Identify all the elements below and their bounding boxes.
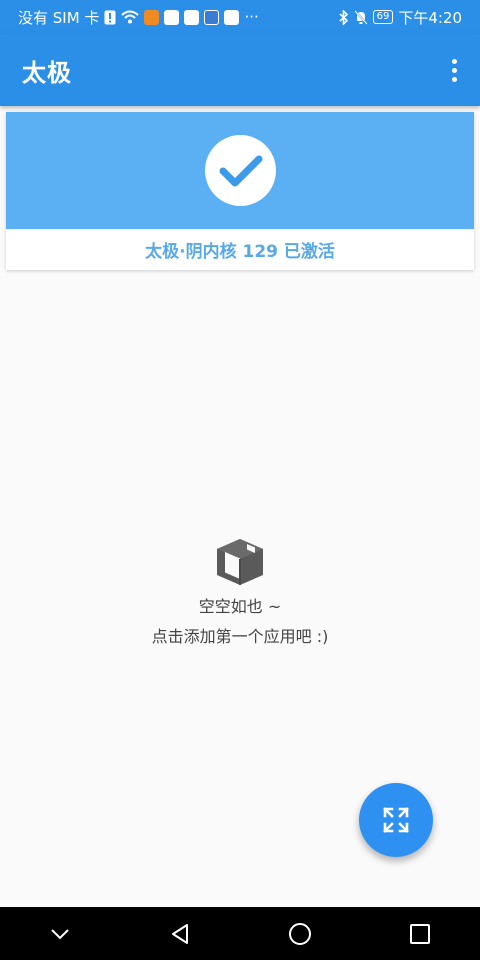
system-nav-bar bbox=[0, 907, 480, 960]
back-triangle-icon[interactable] bbox=[150, 907, 210, 960]
box-icon bbox=[0, 535, 480, 589]
status-bar-left: 没有 SIM 卡 ··· bbox=[18, 7, 259, 28]
wifi-icon bbox=[121, 10, 140, 24]
cloud-notification-icon bbox=[164, 9, 180, 25]
lightbulb-notification-icon bbox=[204, 9, 220, 25]
battery-indicator: 69 bbox=[372, 10, 394, 24]
music-notification-icon bbox=[224, 9, 240, 25]
back-chevron-icon[interactable] bbox=[30, 907, 90, 960]
app-bar: 太极 bbox=[0, 34, 480, 106]
sim-alert-icon bbox=[104, 10, 116, 25]
activation-status-card[interactable]: 太极·阴内核 129 已激活 bbox=[6, 112, 474, 270]
expand-fab-button[interactable] bbox=[359, 783, 433, 857]
app-notification-icon bbox=[144, 9, 160, 25]
more-notifications-icon: ··· bbox=[244, 8, 259, 26]
clock-text: 下午4:20 bbox=[398, 8, 462, 27]
more-vert-icon[interactable] bbox=[442, 52, 466, 88]
empty-title: 空空如也 ~ bbox=[198, 597, 282, 616]
status-card-banner bbox=[6, 112, 474, 229]
home-circle-icon[interactable] bbox=[270, 907, 330, 960]
status-bar-right: 69 下午4:20 bbox=[339, 7, 462, 28]
carrier-text: 没有 SIM 卡 bbox=[18, 8, 100, 27]
recents-square-icon[interactable] bbox=[390, 907, 450, 960]
check-icon bbox=[205, 135, 276, 206]
bell-muted-icon bbox=[353, 9, 368, 25]
empty-state: 空空如也 ~ 点击添加第一个应用吧 :) bbox=[0, 535, 480, 647]
expand-icon bbox=[382, 806, 410, 834]
bluetooth-icon bbox=[339, 9, 349, 25]
activation-status-text: 太极·阴内核 129 已激活 bbox=[145, 242, 335, 262]
status-bar: 没有 SIM 卡 ··· 69 下午4:20 bbox=[0, 0, 480, 34]
baidu-notification-icon bbox=[184, 9, 200, 25]
empty-hint: 点击添加第一个应用吧 :) bbox=[151, 627, 329, 646]
app-title: 太极 bbox=[22, 58, 72, 87]
